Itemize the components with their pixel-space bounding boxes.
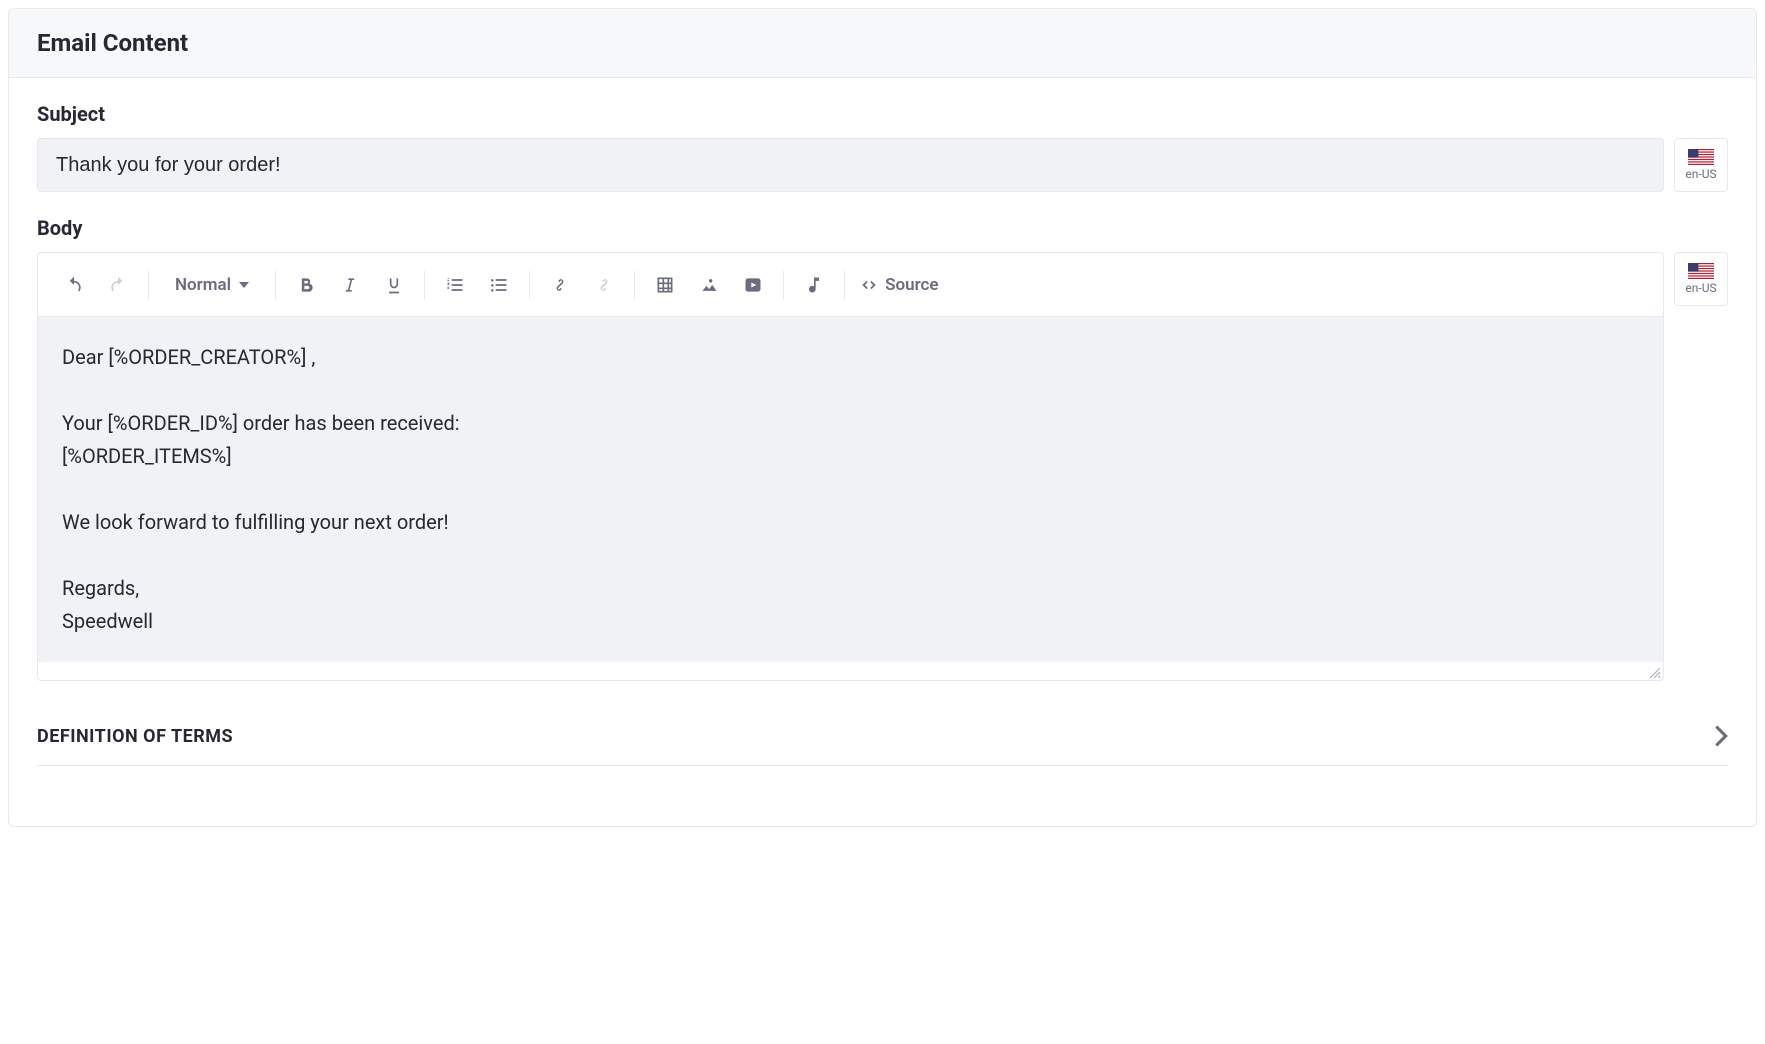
toolbar-separator bbox=[424, 271, 425, 299]
italic-button[interactable] bbox=[332, 267, 368, 303]
link-icon bbox=[550, 275, 570, 295]
us-flag-icon bbox=[1688, 263, 1714, 279]
panel-header: Email Content bbox=[9, 9, 1756, 78]
subject-row: en-US bbox=[37, 138, 1728, 192]
source-button[interactable]: Source bbox=[853, 267, 944, 303]
table-icon bbox=[655, 275, 675, 295]
body-line bbox=[62, 473, 1639, 506]
video-button[interactable] bbox=[735, 267, 771, 303]
link-button[interactable] bbox=[542, 267, 578, 303]
underline-button[interactable] bbox=[376, 267, 412, 303]
unlink-button[interactable] bbox=[586, 267, 622, 303]
undo-button[interactable] bbox=[56, 267, 92, 303]
subject-locale-selector[interactable]: en-US bbox=[1674, 138, 1728, 192]
toolbar-separator bbox=[529, 271, 530, 299]
style-dropdown-label: Normal bbox=[175, 275, 231, 295]
bold-icon bbox=[296, 275, 316, 295]
editor-resize-handle[interactable] bbox=[38, 662, 1663, 680]
resize-grip-icon bbox=[1650, 668, 1660, 678]
subject-locale-text: en-US bbox=[1685, 167, 1716, 181]
body-locale-selector[interactable]: en-US bbox=[1674, 252, 1728, 306]
audio-button[interactable] bbox=[796, 267, 832, 303]
body-line bbox=[62, 539, 1639, 572]
us-flag-icon bbox=[1688, 149, 1714, 165]
unlink-icon bbox=[594, 275, 614, 295]
body-line: Regards, bbox=[62, 572, 1639, 605]
unordered-list-icon bbox=[489, 275, 509, 295]
toolbar-separator bbox=[275, 271, 276, 299]
image-icon bbox=[699, 275, 719, 295]
redo-button[interactable] bbox=[100, 267, 136, 303]
table-button[interactable] bbox=[647, 267, 683, 303]
body-line bbox=[62, 374, 1639, 407]
subject-input[interactable] bbox=[37, 138, 1664, 192]
bold-button[interactable] bbox=[288, 267, 324, 303]
ordered-list-button[interactable] bbox=[437, 267, 473, 303]
editor-toolbar: Normal bbox=[38, 253, 1663, 317]
chevron-right-icon bbox=[1714, 725, 1728, 747]
body-field: Body bbox=[37, 216, 1728, 681]
definition-of-terms-title: DEFINITION OF TERMS bbox=[37, 726, 233, 747]
video-icon bbox=[743, 275, 763, 295]
body-locale-text: en-US bbox=[1685, 281, 1716, 295]
subject-label: Subject bbox=[37, 102, 1728, 126]
redo-icon bbox=[108, 275, 128, 295]
rich-text-editor: Normal bbox=[37, 252, 1664, 681]
toolbar-separator bbox=[634, 271, 635, 299]
body-line: Speedwell bbox=[62, 605, 1639, 638]
body-line: [%ORDER_ITEMS%] bbox=[62, 440, 1639, 473]
toolbar-separator bbox=[148, 271, 149, 299]
source-button-label: Source bbox=[885, 275, 938, 295]
code-icon bbox=[859, 275, 879, 295]
undo-icon bbox=[64, 275, 84, 295]
italic-icon bbox=[340, 275, 360, 295]
toolbar-separator bbox=[844, 271, 845, 299]
email-content-panel: Email Content Subject en-US Body bbox=[8, 8, 1757, 827]
body-line: Your [%ORDER_ID%] order has been receive… bbox=[62, 407, 1639, 440]
panel-body: Subject en-US Body bbox=[9, 78, 1756, 766]
editor-content-area[interactable]: Dear [%ORDER_CREATOR%] , Your [%ORDER_ID… bbox=[38, 317, 1663, 662]
music-note-icon bbox=[804, 275, 824, 295]
ordered-list-icon bbox=[445, 275, 465, 295]
body-row: Normal bbox=[37, 252, 1728, 681]
definition-of-terms-accordion[interactable]: DEFINITION OF TERMS bbox=[37, 705, 1728, 766]
panel-title: Email Content bbox=[37, 29, 1728, 57]
paragraph-style-dropdown[interactable]: Normal bbox=[157, 267, 267, 303]
body-line: We look forward to fulfilling your next … bbox=[62, 506, 1639, 539]
toolbar-separator bbox=[783, 271, 784, 299]
subject-field: Subject en-US bbox=[37, 102, 1728, 192]
body-line: Dear [%ORDER_CREATOR%] , bbox=[62, 341, 1639, 374]
caret-down-icon bbox=[239, 282, 249, 288]
image-button[interactable] bbox=[691, 267, 727, 303]
body-label: Body bbox=[37, 216, 1728, 240]
underline-icon bbox=[384, 275, 404, 295]
unordered-list-button[interactable] bbox=[481, 267, 517, 303]
